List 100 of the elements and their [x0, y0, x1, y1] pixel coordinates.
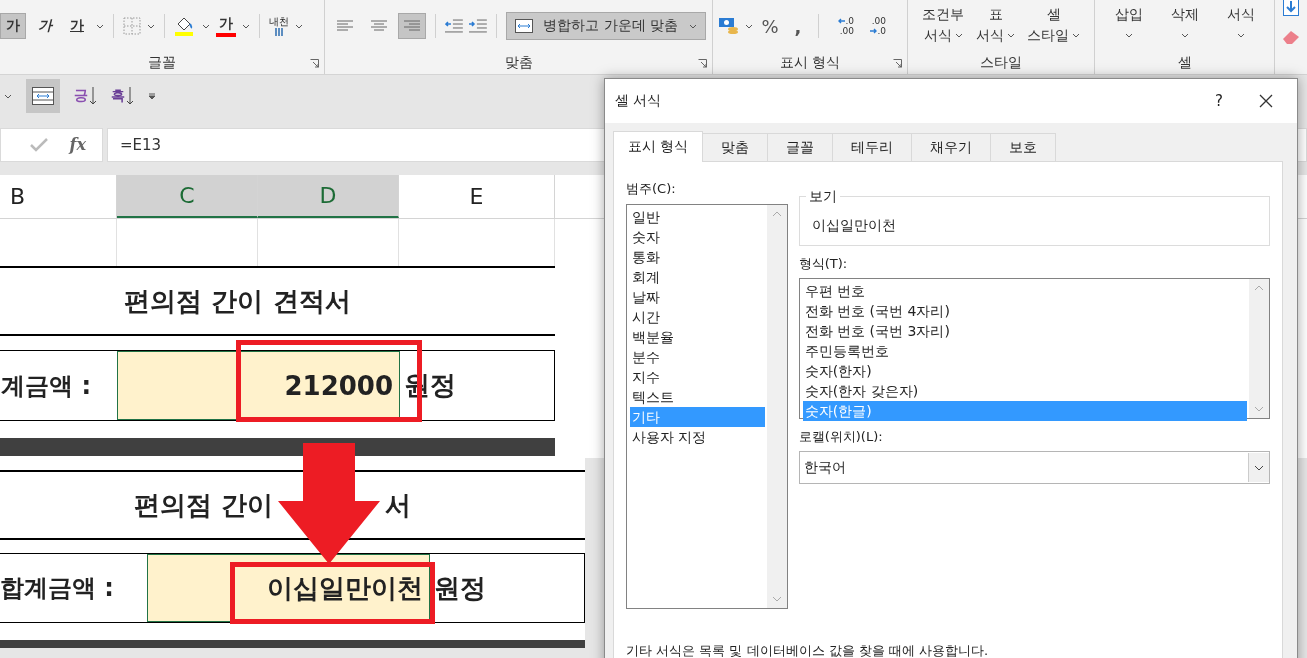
category-item[interactable]: 날짜	[630, 287, 765, 307]
format-item[interactable]: 전화 번호 (국번 3자리)	[802, 321, 1247, 341]
align-right-button[interactable]	[398, 13, 427, 40]
format-item[interactable]: 우편 번호	[802, 281, 1247, 301]
category-item[interactable]: 백분율	[630, 327, 765, 347]
category-item[interactable]: 텍스트	[630, 387, 765, 407]
sheet-title: 서	[385, 488, 412, 522]
category-item[interactable]: 숫자	[630, 227, 765, 247]
chevron-icon[interactable]	[295, 23, 303, 29]
sort-descending-button[interactable]: 흑	[111, 87, 134, 105]
chevron-icon[interactable]	[202, 23, 210, 29]
phonetic-guide-button[interactable]: 내천	[269, 16, 289, 37]
font-color-button[interactable]: 가	[216, 15, 236, 38]
right-arrow-icon	[870, 28, 878, 35]
category-item[interactable]: 지수	[630, 367, 765, 387]
chevron-icon[interactable]	[745, 23, 753, 29]
category-item[interactable]: 통화	[630, 247, 765, 267]
preview-value: 이십일만이천	[811, 217, 896, 235]
table-cell[interactable]: 212000	[117, 351, 400, 420]
chevron-icon[interactable]	[242, 23, 250, 29]
bars-icon	[274, 28, 284, 37]
chevron-icon	[1072, 33, 1080, 38]
preview-label: 보기	[805, 188, 840, 206]
bold-button[interactable]: 가	[0, 13, 26, 40]
tab[interactable]: 보호	[990, 133, 1057, 161]
format-item[interactable]: 숫자(한자)	[802, 361, 1247, 381]
increase-decimal-button[interactable]: .0 .00	[828, 16, 854, 37]
format-item[interactable]: 전화 번호 (국번 4자리)	[802, 301, 1247, 321]
chevron-icon	[689, 23, 697, 29]
category-item[interactable]: 사용자 지정	[630, 427, 765, 447]
table-cell[interactable]: 이십일만이천	[147, 554, 430, 622]
underline-button[interactable]: 가	[64, 13, 90, 40]
style-button[interactable]: 조건부 서식	[922, 4, 964, 46]
cells-button[interactable]: 서식	[1218, 4, 1263, 38]
fill-color-icon[interactable]	[174, 15, 196, 38]
chevron-icon	[1124, 33, 1133, 38]
decrease-indent-icon[interactable]	[445, 19, 463, 34]
increase-indent-icon[interactable]	[469, 19, 487, 34]
currency-icon[interactable]	[719, 16, 739, 37]
align-right-icon	[404, 20, 421, 33]
chevron-icon[interactable]	[147, 23, 155, 29]
merge-center-button[interactable]: 병합하고 가운데 맞춤	[505, 12, 706, 41]
percent-button[interactable]: %	[759, 15, 781, 37]
left-arrow-icon	[838, 18, 846, 25]
locale-label: 로캘(위치)(L):	[798, 428, 884, 446]
locale-dropdown[interactable]: 한국어	[798, 451, 1270, 484]
down-arrow-icon	[89, 87, 97, 105]
insert-function-button[interactable]: fx	[69, 135, 86, 154]
merge-icon	[514, 19, 533, 34]
column-header[interactable]: E	[399, 175, 555, 218]
format-label: 형식(T):	[798, 255, 849, 273]
chevron-icon[interactable]	[96, 23, 104, 29]
sheet-title: 편의점 간이	[133, 488, 274, 522]
italic-button[interactable]: 가	[32, 13, 58, 40]
category-label: 범주(C):	[626, 180, 677, 198]
cells-button[interactable]: 삭제	[1162, 4, 1207, 38]
dialog-launcher-icon[interactable]	[698, 59, 707, 69]
format-item[interactable]: 주민등록번호	[802, 341, 1247, 361]
chevron-icon	[1007, 33, 1015, 38]
category-item[interactable]: 시간	[630, 307, 765, 327]
table-cell-text: 원정	[433, 571, 487, 605]
group-label: 글꼴	[148, 54, 176, 73]
column-header[interactable]: C	[117, 175, 258, 218]
eraser-icon[interactable]	[1282, 30, 1300, 44]
tab[interactable]: 표시 형식	[613, 131, 704, 162]
table-cell-text: 합계금액 :	[0, 573, 115, 604]
category-item[interactable]: 분수	[630, 347, 765, 367]
group-label: 셀	[1177, 54, 1192, 73]
dialog-launcher-icon[interactable]	[310, 59, 319, 69]
chevron-icon	[1254, 464, 1264, 471]
comma-button[interactable]: ,	[787, 15, 809, 37]
dialog-launcher-icon[interactable]	[893, 59, 902, 69]
merge-cells-button[interactable]	[26, 79, 60, 113]
enter-check-icon[interactable]	[29, 137, 48, 152]
chevron-icon	[954, 33, 963, 38]
customize-toolbar-icon[interactable]	[148, 92, 156, 100]
down-arrow-icon	[126, 87, 134, 105]
cells-button[interactable]: 삽입	[1106, 4, 1151, 38]
dialog-title: 셀 서식	[615, 92, 662, 110]
category-item[interactable]: 회계	[630, 267, 765, 287]
style-button[interactable]: 셀 스타일	[1027, 4, 1080, 46]
chevron-icon[interactable]	[4, 93, 12, 99]
chevron-icon	[1180, 33, 1189, 38]
help-button[interactable]: ?	[1199, 92, 1239, 110]
style-button[interactable]: 표 서식	[976, 4, 1015, 46]
decrease-decimal-button[interactable]: .00 .0	[860, 16, 886, 37]
column-header[interactable]: D	[258, 175, 399, 218]
format-item[interactable]: 숫자(한자 갖은자)	[802, 381, 1247, 401]
category-item[interactable]: 일반	[630, 207, 765, 227]
chevron-icon	[1236, 33, 1245, 38]
align-left-icon	[336, 20, 353, 33]
fill-down-icon[interactable]	[1283, 0, 1299, 16]
table-cell-text: 계금액 :	[0, 370, 92, 402]
description-text: 기타 서식은 목록 및 데이터베이스 값을 찾을 때에 사용합니다.	[626, 642, 990, 658]
sort-ascending-button[interactable]: 긍	[74, 87, 97, 105]
group-label: 스타일	[980, 54, 1022, 73]
group-label: 표시 형식	[779, 54, 841, 73]
group-label: 맞춤	[504, 54, 533, 73]
close-icon[interactable]	[1259, 94, 1273, 108]
merge-cells-icon	[32, 87, 54, 105]
